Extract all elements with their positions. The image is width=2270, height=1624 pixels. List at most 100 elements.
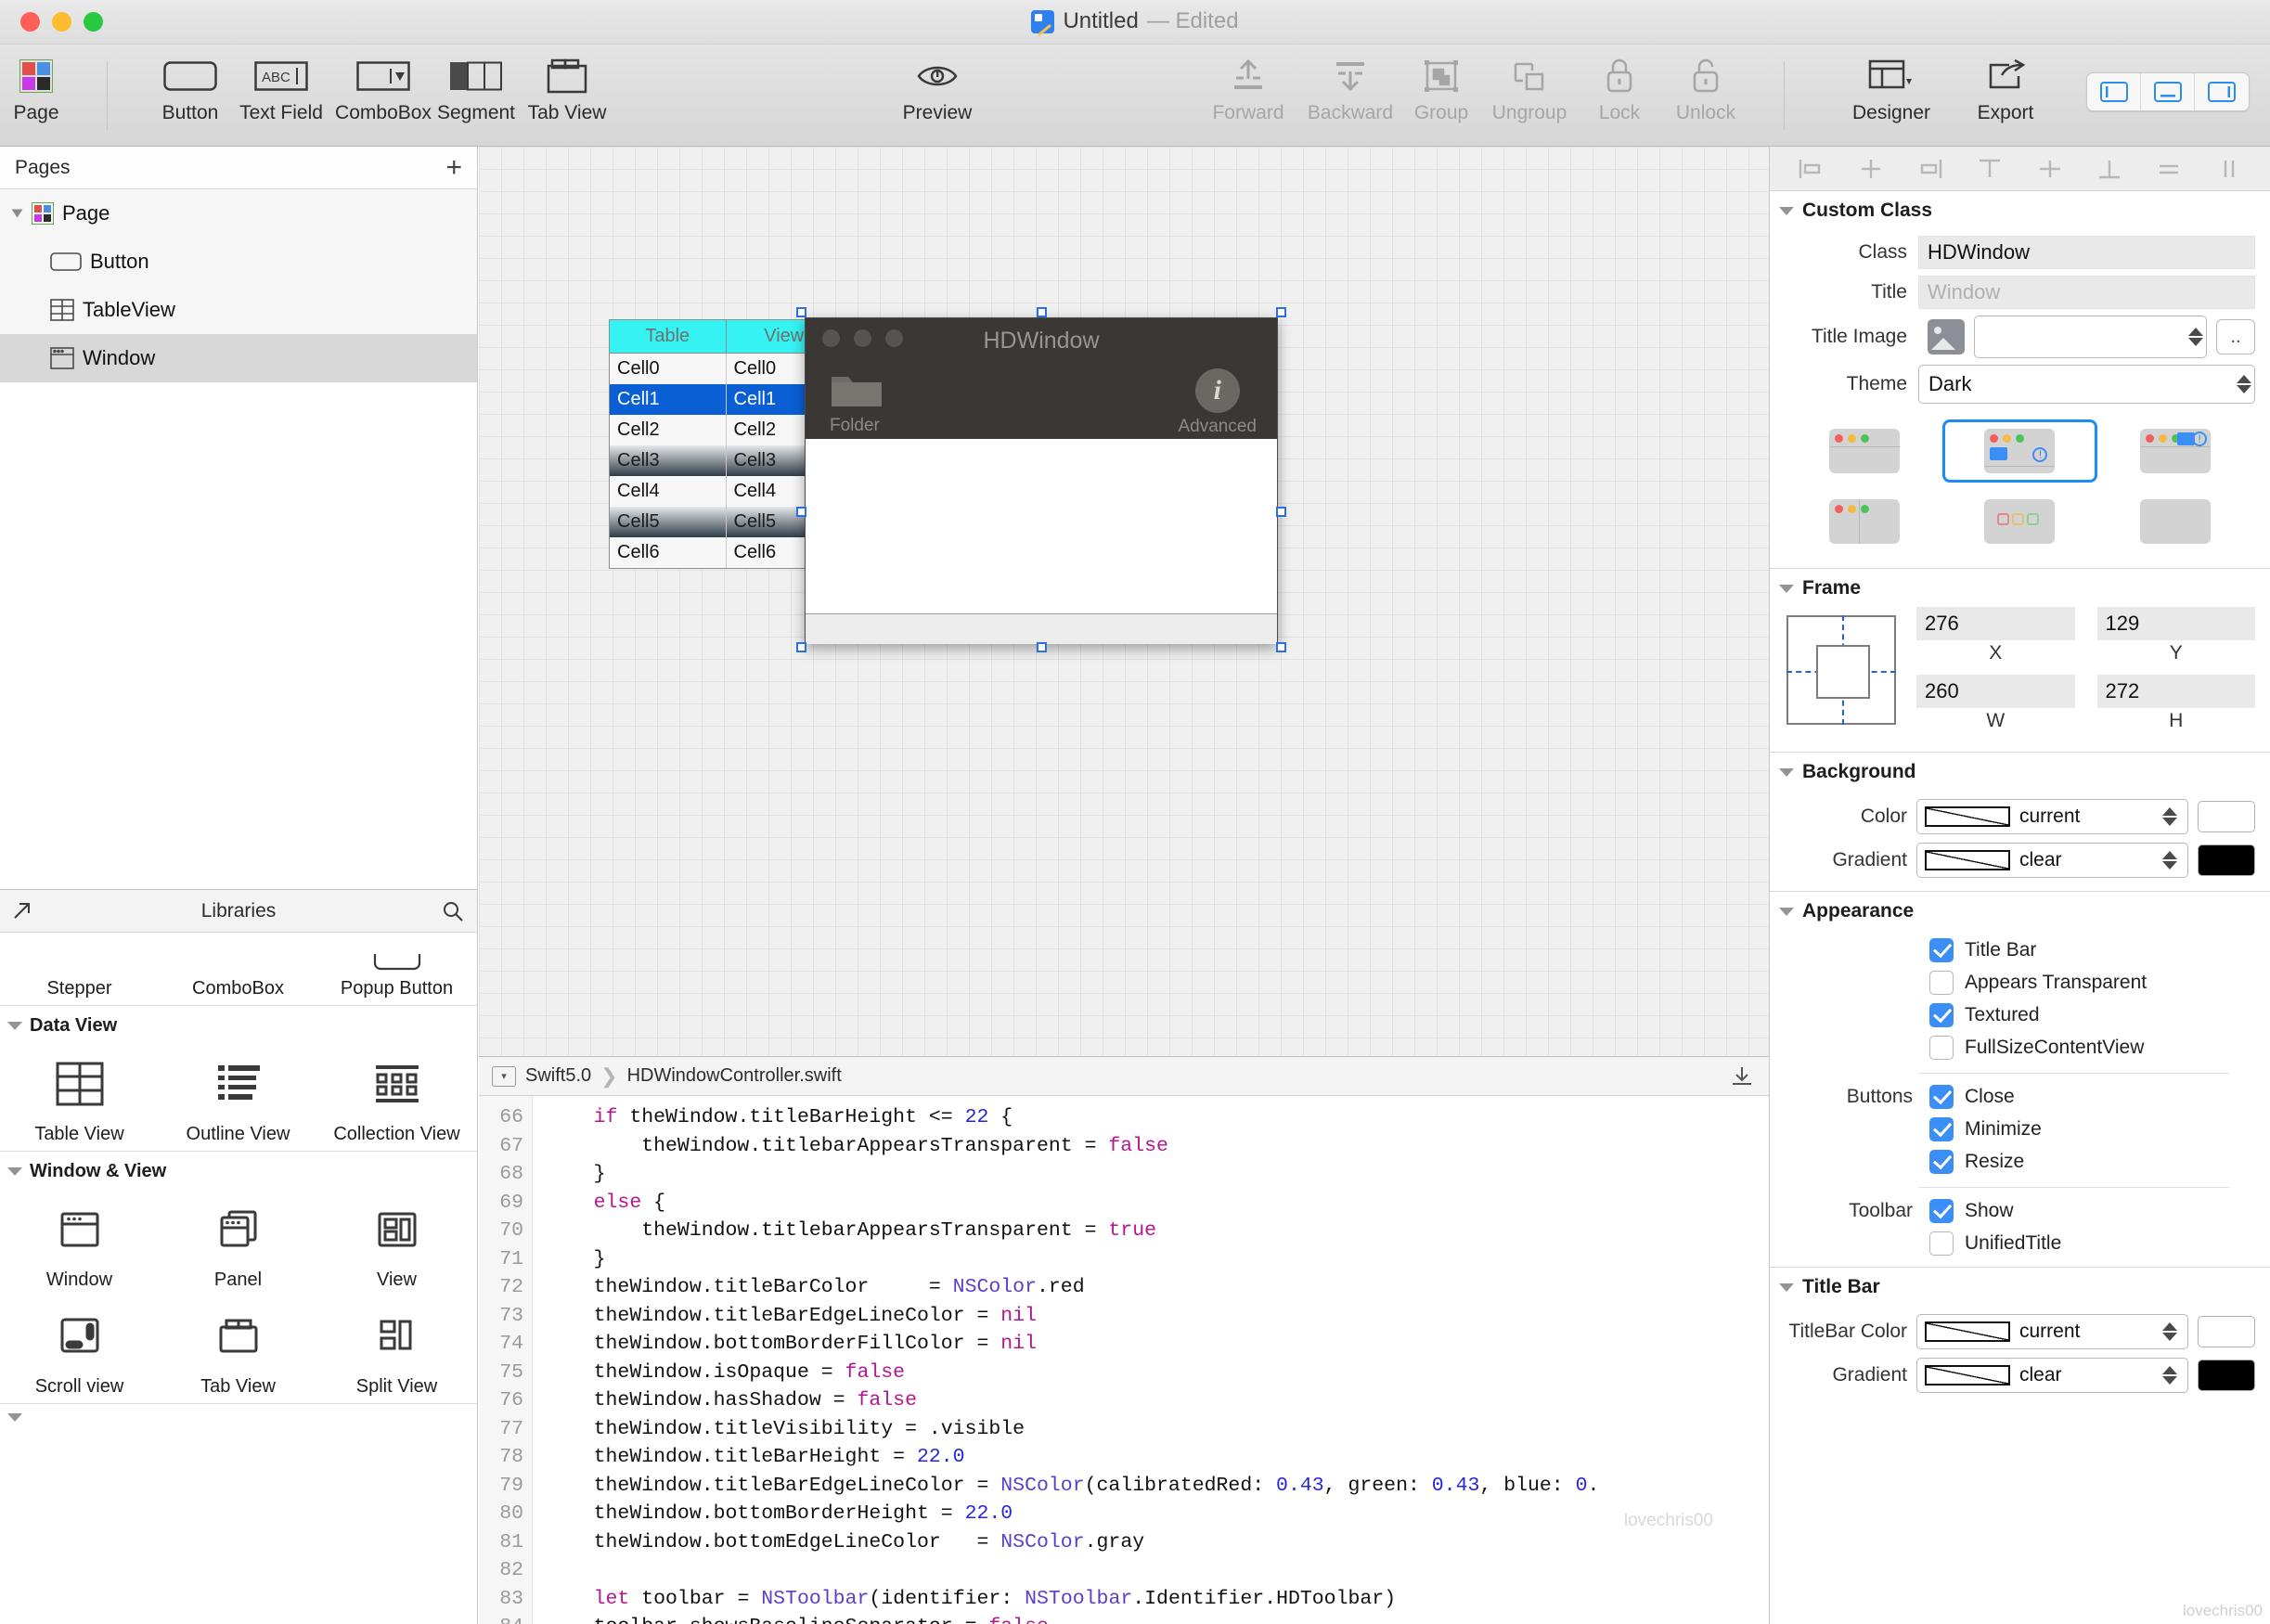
- table-column-header[interactable]: Table: [610, 320, 727, 353]
- section-header-appearance[interactable]: Appearance: [1770, 892, 2270, 930]
- code-line[interactable]: theWindow.bottomBorderFillColor = nil: [546, 1330, 1599, 1359]
- titlebar-gradient-stepper[interactable]: [2160, 1359, 2180, 1392]
- toolbar-item-group[interactable]: Group: [1392, 50, 1490, 141]
- checkbox-row-resize[interactable]: Resize: [1770, 1150, 2270, 1174]
- align-center-vertical-icon[interactable]: [2036, 157, 2064, 181]
- background-color-well[interactable]: [2198, 801, 2255, 832]
- checkbox-row-textured[interactable]: Textured: [1770, 1003, 2270, 1027]
- add-page-button[interactable]: +: [445, 153, 462, 181]
- expand-arrow-icon[interactable]: [11, 899, 33, 922]
- section-header-frame[interactable]: Frame: [1770, 569, 2270, 607]
- resize-handle-tr[interactable]: [1276, 307, 1286, 317]
- checkbox-row-unified-title[interactable]: UnifiedTitle: [1770, 1231, 2270, 1256]
- theme-thumb-blank[interactable]: [2097, 490, 2253, 553]
- theme-thumb-unified-titlebar[interactable]: !: [2097, 419, 2253, 483]
- resize-handle-ml[interactable]: [796, 507, 806, 517]
- checkbox-row-toolbar-show[interactable]: Toolbar Show: [1770, 1199, 2270, 1223]
- checkbox-row-appears-transparent[interactable]: Appears Transparent: [1770, 971, 2270, 995]
- code-line[interactable]: theWindow.hasShadow = false: [546, 1386, 1599, 1415]
- code-line[interactable]: }: [546, 1160, 1599, 1189]
- resize-handle-br[interactable]: [1276, 642, 1286, 652]
- distribute-horizontal-icon[interactable]: [2155, 157, 2183, 181]
- checkbox-row-close[interactable]: Buttons Close: [1770, 1085, 2270, 1109]
- section-header-custom-class[interactable]: Custom Class: [1770, 191, 2270, 229]
- toolbar-item-segment[interactable]: Segment: [427, 50, 525, 141]
- code-editor[interactable]: ▾ Swift5.0 ❯ HDWindowController.swift 66…: [479, 1056, 1769, 1624]
- search-icon[interactable]: [442, 900, 464, 922]
- code-lines[interactable]: if theWindow.titleBarHeight <= 22 { theW…: [533, 1096, 1600, 1624]
- resize-checkbox[interactable]: [1929, 1150, 1954, 1174]
- resize-handle-tl[interactable]: [796, 307, 806, 317]
- libraries-section-window-view[interactable]: Window & View: [0, 1151, 477, 1190]
- code-line[interactable]: theWindow.titleBarEdgeLineColor = NSColo…: [546, 1472, 1600, 1501]
- chevron-down-icon[interactable]: [11, 209, 23, 218]
- title-bar-checkbox[interactable]: [1929, 938, 1954, 962]
- code-line[interactable]: theWindow.titleBarColor = NSColor.red: [546, 1273, 1599, 1302]
- library-item-scroll-view[interactable]: Scroll view: [0, 1296, 159, 1403]
- hdwindow-preview-wrapper[interactable]: HDWindow Folder i Advanced: [796, 307, 1286, 652]
- anchor-diagram[interactable]: [1786, 615, 1896, 725]
- toggle-right-panel-button[interactable]: [2195, 73, 2249, 110]
- section-header-title-bar[interactable]: Title Bar: [1770, 1268, 2270, 1306]
- toggle-left-panel-button[interactable]: [2087, 73, 2141, 110]
- code-line[interactable]: theWindow.titlebarAppearsTransparent = t…: [546, 1217, 1599, 1245]
- titlebar-color-stepper[interactable]: [2160, 1315, 2180, 1348]
- toolbar-item-combobox[interactable]: ComboBox: [334, 50, 432, 141]
- frame-h-field[interactable]: 272 H: [2096, 675, 2255, 733]
- code-line[interactable]: theWindow.titlebarAppearsTransparent = f…: [546, 1132, 1599, 1161]
- toolbar-item-unlock[interactable]: Unlock: [1657, 50, 1755, 141]
- tree-item-window[interactable]: Window: [0, 334, 477, 382]
- title-input[interactable]: Window: [1918, 276, 2255, 309]
- close-checkbox[interactable]: [1929, 1085, 1954, 1109]
- download-icon[interactable]: [1730, 1065, 1754, 1088]
- toolbar-show-checkbox[interactable]: [1929, 1199, 1954, 1223]
- code-line[interactable]: theWindow.bottomEdgeLineColor = NSColor.…: [546, 1528, 1599, 1557]
- checkbox-row-title-bar[interactable]: Title Bar: [1770, 938, 2270, 962]
- toolbar-item-forward[interactable]: Forward: [1199, 50, 1297, 141]
- align-right-icon[interactable]: [1916, 157, 1944, 181]
- titlebar-gradient-well[interactable]: lovechris00: [2183, 1360, 2263, 1619]
- align-center-horizontal-icon[interactable]: [1857, 157, 1885, 181]
- code-line[interactable]: let toolbar = NSToolbar(identifier: NSTo…: [546, 1585, 1599, 1614]
- toolbar-item-button[interactable]: Button: [141, 50, 239, 141]
- toolbar-item-page[interactable]: Page: [0, 50, 85, 141]
- library-item-window[interactable]: Window: [0, 1190, 159, 1296]
- theme-thumb-toolbar[interactable]: !: [1941, 419, 2098, 483]
- theme-thumb-sidebar[interactable]: [1786, 490, 1942, 553]
- align-top-icon[interactable]: [1976, 157, 2004, 181]
- library-item-popup-button[interactable]: Popup Button: [317, 954, 476, 1005]
- checkbox-row-minimize[interactable]: Minimize: [1770, 1117, 2270, 1141]
- toolbar-item-backward[interactable]: Backward: [1301, 50, 1399, 141]
- background-gradient-stepper[interactable]: [2160, 844, 2180, 877]
- tree-item-tableview[interactable]: TableView: [0, 286, 477, 334]
- toolbar-item-preview[interactable]: Preview: [888, 50, 987, 141]
- library-item-table-view[interactable]: Table View: [0, 1044, 159, 1151]
- code-line[interactable]: theWindow.isOpaque = false: [546, 1359, 1599, 1387]
- title-image-stepper[interactable]: [2186, 320, 2206, 354]
- titlebar-gradient-popup[interactable]: clear: [1916, 1358, 2188, 1393]
- background-gradient-popup[interactable]: clear: [1916, 843, 2188, 878]
- panel-visibility-segmented-control[interactable]: [2086, 72, 2250, 111]
- resize-handle-mr[interactable]: [1276, 507, 1286, 517]
- titlebar-color-popup[interactable]: current: [1916, 1314, 2188, 1349]
- resize-handle-bc[interactable]: [1037, 642, 1047, 652]
- resize-handle-bl[interactable]: [796, 642, 806, 652]
- unified-title-checkbox[interactable]: [1929, 1231, 1954, 1256]
- code-line[interactable]: else {: [546, 1189, 1599, 1218]
- toolbar-item-export[interactable]: Export: [1956, 50, 2055, 141]
- textured-checkbox[interactable]: [1929, 1003, 1954, 1027]
- tree-item-page[interactable]: Page: [0, 189, 477, 238]
- libraries-section-data-view[interactable]: Data View: [0, 1005, 477, 1044]
- code-line[interactable]: theWindow.titleBarEdgeLineColor = nil: [546, 1302, 1599, 1331]
- editor-language-label[interactable]: Swift5.0: [525, 1065, 591, 1087]
- toggle-bottom-panel-button[interactable]: [2141, 73, 2195, 110]
- code-line[interactable]: [546, 1556, 1599, 1585]
- library-item-outline-view[interactable]: Outline View: [159, 1044, 317, 1151]
- class-input[interactable]: HDWindow: [1918, 236, 2255, 269]
- browse-button[interactable]: ..: [2216, 319, 2255, 354]
- toolbar-item-ungroup[interactable]: Ungroup: [1480, 50, 1579, 141]
- theme-thumb-plain-titlebar[interactable]: [1786, 419, 1942, 483]
- code-line[interactable]: if theWindow.titleBarHeight <= 22 {: [546, 1103, 1599, 1132]
- checkbox-row-fullsizecontentview[interactable]: FullSizeContentView: [1770, 1036, 2270, 1060]
- toolbar-item-designer[interactable]: Designer: [1842, 50, 1941, 141]
